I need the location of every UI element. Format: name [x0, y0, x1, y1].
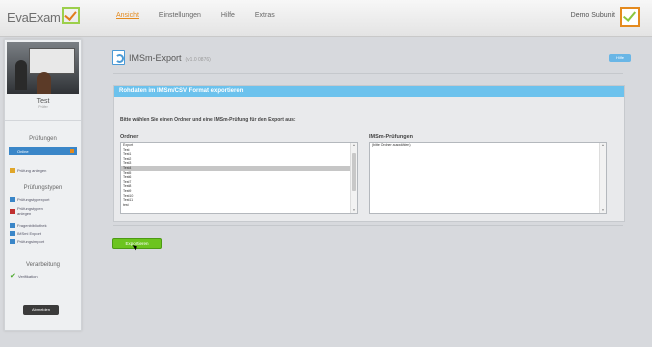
whiteboard-shape [29, 48, 75, 74]
sidebar-item-pruefungstypexport[interactable]: Prüfungstypexport [10, 197, 49, 202]
exam-option[interactable]: (bitte Ordner auswählen) [370, 143, 606, 148]
app-logo[interactable]: EvaExam [7, 7, 80, 25]
folder-listbox[interactable]: Export Test Test1 Test2 Test3 Test4 Test5 Test6… [120, 142, 358, 214]
logo-check-icon [61, 7, 80, 24]
page-title-text: IMSm-Export [129, 53, 182, 63]
pencil-icon [10, 168, 15, 173]
help-button[interactable]: Hilfe [609, 54, 631, 62]
instruction-text: Bitte wählen Sie einen Ordner und eine I… [120, 117, 296, 123]
checkmark-icon: ✔ [10, 273, 16, 280]
nav-einstellungen[interactable]: Einstellungen [159, 12, 201, 19]
sidebar-user-name: Test [36, 98, 50, 105]
sidebar-item-fragenbibliothek[interactable]: Fragenbibliothek [10, 223, 47, 228]
main-nav: Ansicht Einstellungen Hilfe Extras [116, 12, 293, 19]
import-icon [10, 239, 15, 244]
export-icon [10, 231, 15, 236]
user-name[interactable]: Demo Subunit [571, 12, 615, 19]
nav-hilfe[interactable]: Hilfe [221, 12, 235, 19]
exam-options: (bitte Ordner auswählen) [370, 143, 606, 148]
user-photo [7, 42, 79, 94]
sidebar-item-label: Verifikation [18, 274, 38, 279]
bottom-divider [113, 225, 623, 226]
nav-extras[interactable]: Extras [255, 12, 275, 19]
sidebar: Test Prüfer Prüfungen Online Prüfung anl… [4, 39, 82, 331]
folder-label: Ordner [120, 134, 139, 140]
doc-icon [10, 197, 15, 202]
sidebar-item-label: Online [17, 149, 29, 154]
doc-add-icon [10, 208, 15, 214]
sidebar-divider [5, 120, 81, 121]
export-panel: Rohdaten im IMSm/CSV Format exportieren … [113, 85, 625, 222]
logo-text: EvaExam [7, 10, 61, 25]
top-bar: EvaExam Ansicht Einstellungen Hilfe Extr… [0, 0, 652, 37]
evasys-check-icon [620, 7, 640, 27]
sidebar-item-label: IMSmi Export [17, 231, 42, 236]
section-pruefungen: Prüfungen [29, 136, 57, 142]
sidebar-item-pruefungstypen-anlegen[interactable]: Prüfungstypen anlegen [10, 206, 47, 216]
panel-heading: Rohdaten im IMSm/CSV Format exportieren [114, 86, 624, 97]
folder-options: Export Test Test1 Test2 Test3 Test4 Test5 Test6… [121, 143, 357, 207]
exams-listbox[interactable]: (bitte Ordner auswählen) ▲ ▼ [369, 142, 607, 214]
exams-label: IMSm-Prüfungen [369, 134, 413, 140]
sidebar-user-role: Prüfer [38, 105, 48, 109]
sidebar-item-label: Prüfungstypexport [17, 197, 50, 202]
section-pruefungstypen: Prüfungstypen [23, 185, 63, 191]
main-content: IMSm-Export (v1.0 0876) Hilfe Rohdaten im… [99, 45, 631, 323]
page-title: IMSm-Export (v1.0 0876) [129, 53, 211, 63]
person-shape [15, 60, 27, 90]
title-divider [113, 73, 623, 74]
scroll-thumb[interactable] [352, 153, 356, 191]
exams-scrollbar[interactable]: ▲ ▼ [599, 143, 606, 213]
folder-scrollbar[interactable]: ▲ ▼ [350, 143, 357, 213]
person-shape-2 [37, 72, 51, 94]
folder-option[interactable]: test [121, 203, 357, 208]
folder-marker-icon [70, 149, 74, 153]
version-text: (v1.0 0876) [185, 57, 211, 63]
scroll-down-icon[interactable]: ▼ [600, 208, 606, 213]
section-verarbeitung: Verarbeitung [25, 262, 61, 268]
scroll-down-icon[interactable]: ▼ [351, 208, 357, 213]
scroll-up-icon[interactable]: ▲ [351, 143, 357, 148]
export-page-icon [112, 50, 125, 65]
logout-button[interactable]: Abmelden [23, 305, 59, 315]
sidebar-item-imsmi-export[interactable]: IMSmi Export [10, 231, 41, 236]
scroll-up-icon[interactable]: ▲ [600, 143, 606, 148]
sidebar-item-pruefung-anlegen[interactable]: Prüfung anlegen [10, 168, 46, 173]
sidebar-item-label: Prüfungstypen anlegen [17, 206, 43, 216]
library-icon [10, 223, 15, 228]
sidebar-item-label: Prüfungsimport [17, 239, 45, 244]
sidebar-item-label: Fragenbibliothek [17, 223, 47, 228]
nav-ansicht[interactable]: Ansicht [116, 12, 139, 19]
sidebar-item-pruefungsimport[interactable]: Prüfungsimport [10, 239, 44, 244]
sidebar-item-online[interactable]: Online [9, 147, 77, 155]
sidebar-item-label: Prüfung anlegen [17, 168, 47, 173]
sidebar-item-verifikation[interactable]: ✔ Verifikation [10, 273, 38, 280]
